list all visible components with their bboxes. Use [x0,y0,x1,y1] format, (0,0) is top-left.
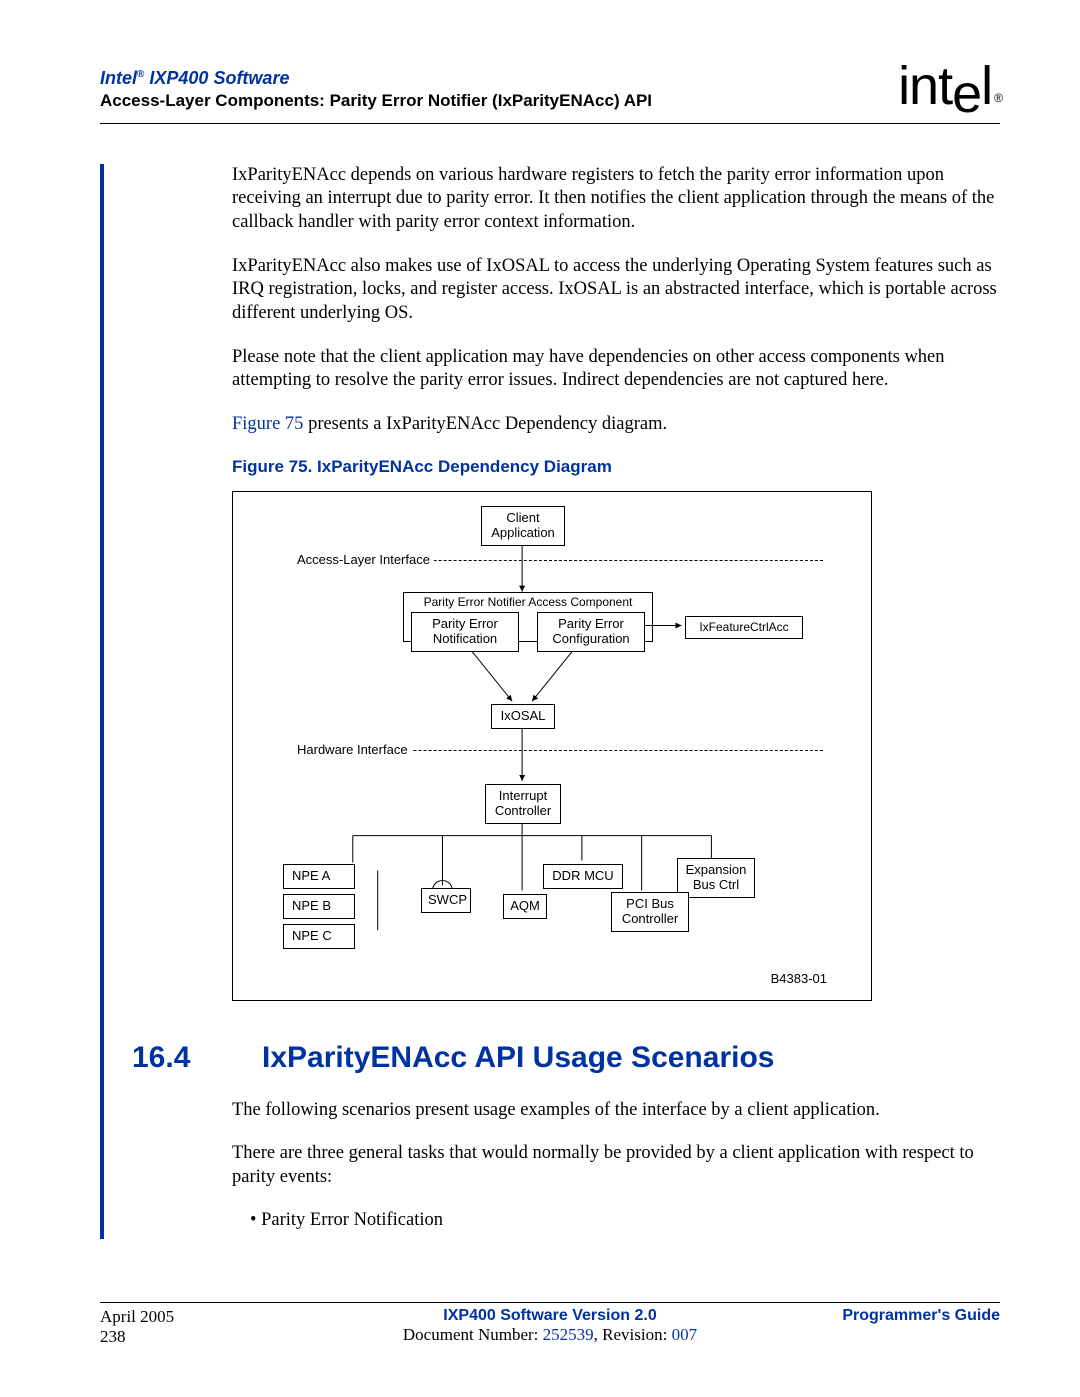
page-header: Intel® IXP400 Software Access-Layer Comp… [100,68,1000,117]
paragraph: There are three general tasks that would… [232,1142,1000,1189]
list-item: • Parity Error Notification [250,1210,1000,1231]
figure-caption: Figure 75. IxParityENAcc Dependency Diag… [232,457,1000,477]
diagram-box-client: Client Application [481,506,565,546]
product-title: Intel® IXP400 Software [100,68,898,89]
paragraph: IxParityENAcc also makes use of IxOSAL t… [232,255,1000,326]
product-suffix: IXP400 Software [144,68,289,88]
footer-version: IXP400 Software Version 2.0 [320,1307,780,1325]
figure-reference-link[interactable]: Figure 75 [232,414,303,434]
diagram-box-ddr: DDR MCU [543,864,623,889]
diagram-box-npe-a: NPE A [283,864,355,889]
header-rule [100,123,1000,124]
footer-page-number: 238 [100,1327,320,1347]
paragraph-text: presents a IxParityENAcc Dependency diag… [303,414,667,434]
footer-docinfo: Document Number: 252539, Revision: 007 [320,1325,780,1345]
diagram-box-pe-notification: Parity Error Notification [411,612,519,652]
footer-date: April 2005 [100,1307,320,1327]
paragraph: Please note that the client application … [232,346,1000,393]
diagram-box-ixosal: IxOSAL [491,704,555,729]
section-number: 16.4 [132,1041,262,1075]
diagram-box-pci: PCI Bus Controller [611,892,689,932]
diagram-box-interrupt: Interrupt Controller [485,784,561,824]
label-hardware-interface: Hardware Interface [293,742,412,757]
footer-guide-title: Programmer's Guide [780,1307,1000,1325]
diagram-box-ixfeature: IxFeatureCtrlAcc [685,616,803,640]
diagram-id: B4383-01 [771,971,827,986]
label-notifier-group: Parity Error Notifier Access Component [404,595,652,609]
label-access-layer: Access-Layer Interface [293,552,434,567]
page-footer: April 2005 238 IXP400 Software Version 2… [100,1302,1000,1347]
chapter-subtitle: Access-Layer Components: Parity Error No… [100,91,898,111]
paragraph: Figure 75 presents a IxParityENAcc Depen… [232,413,1000,437]
diagram-box-npe-b: NPE B [283,894,355,919]
diagram-box-npe-c: NPE C [283,924,355,949]
diagram-box-swcp: SWCP [421,888,471,913]
diagram-box-aqm: AQM [503,894,547,919]
dependency-diagram: Client Application Access-Layer Interfac… [232,491,872,1001]
footer-rule [100,1302,1000,1303]
section-rule [100,164,128,1239]
paragraph: The following scenarios present usage ex… [232,1099,1000,1123]
product-name: Intel [100,68,137,88]
diagram-box-pe-config: Parity Error Configuration [537,612,645,652]
paragraph: IxParityENAcc depends on various hardwar… [232,164,1000,235]
section-heading: 16.4 IxParityENAcc API Usage Scenarios [132,1041,1000,1075]
section-title: IxParityENAcc API Usage Scenarios [262,1041,774,1075]
intel-logo: intel® [898,62,1000,111]
